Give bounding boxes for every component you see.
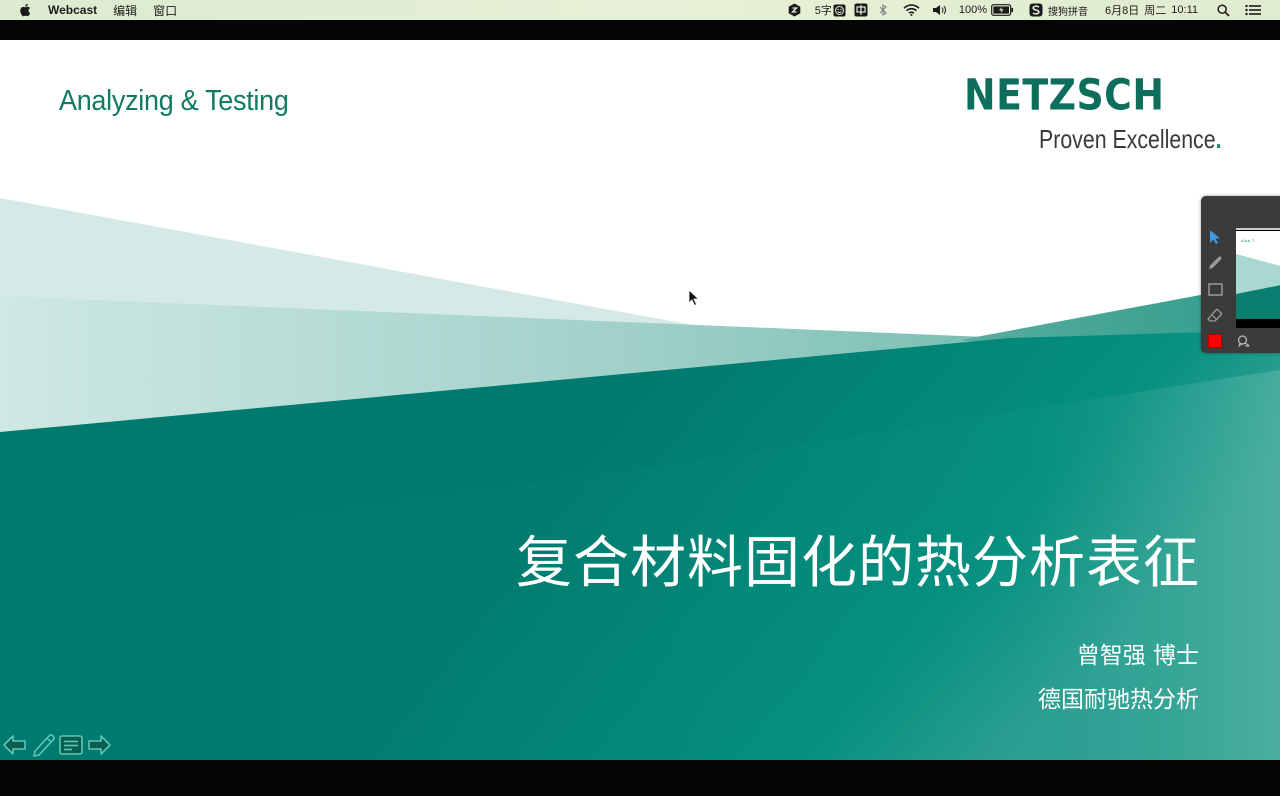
- slide-author: 曾智强 博士: [1076, 643, 1199, 669]
- app-menu-webcast[interactable]: Webcast: [48, 3, 97, 17]
- chinese-input-icon[interactable]: [854, 0, 868, 20]
- slide-title: 复合材料固化的热分析表征: [516, 531, 1200, 596]
- logo-slogan: Proven Excellence.: [1039, 124, 1222, 155]
- slide-menu-button[interactable]: [58, 732, 84, 758]
- notification-center-icon[interactable]: [1245, 0, 1261, 20]
- pen-button[interactable]: [30, 732, 56, 758]
- window-frame-bottom: [0, 760, 1280, 796]
- color-picker[interactable]: [1204, 328, 1226, 354]
- apple-icon[interactable]: [18, 3, 32, 17]
- wifi-icon[interactable]: [903, 0, 921, 20]
- slideshow-nav: [2, 732, 112, 758]
- rectangle-icon: [1207, 282, 1223, 296]
- menu-window[interactable]: 窗口: [153, 2, 177, 19]
- mouse-cursor-icon: [688, 289, 700, 307]
- input-method-name[interactable]: 搜狗拼音: [1048, 3, 1088, 18]
- eraser-tool[interactable]: [1204, 302, 1226, 328]
- pen-icon: [33, 734, 55, 757]
- svg-text:A.ly.zi. T: A.ly.zi. T: [1241, 239, 1255, 243]
- pencil-icon: [1209, 256, 1222, 269]
- date[interactable]: 6月8日: [1105, 2, 1139, 18]
- chat-button[interactable]: [1235, 332, 1253, 350]
- pen-tool[interactable]: [1204, 250, 1226, 276]
- presentation-slide[interactable]: Analyzing & Testing NETZSCH Proven Excel…: [0, 40, 1280, 760]
- logo-brand: NETZSCH: [964, 69, 1165, 120]
- current-color-swatch: [1208, 334, 1222, 348]
- slide-thumbnail-preview[interactable]: A.ly.zi. T: [1236, 228, 1280, 328]
- arrow-left-icon: [3, 735, 26, 755]
- emoji-icon[interactable]: [833, 0, 847, 20]
- battery-icon[interactable]: [990, 0, 1014, 20]
- slide-tagline: Analyzing & Testing: [59, 85, 289, 117]
- word-count: 5字: [814, 5, 832, 17]
- eraser-icon: [1207, 308, 1223, 322]
- clock[interactable]: 10:11: [1171, 4, 1198, 16]
- menu-bar: Webcast 编辑 窗口 5字 100% 搜狗拼音 6月8日 周二 10:11: [0, 0, 1280, 20]
- chat-bubbles-icon: [1237, 334, 1250, 347]
- menu-edit[interactable]: 编辑: [113, 2, 137, 19]
- previous-slide-button[interactable]: [2, 732, 28, 758]
- logo-slogan-dot: .: [1215, 124, 1222, 154]
- volume-icon[interactable]: [931, 0, 949, 20]
- spotlight-search-icon[interactable]: [1216, 0, 1230, 20]
- pointer-icon: [1210, 230, 1220, 244]
- rectangle-tool[interactable]: [1204, 276, 1226, 302]
- slide-organization: 德国耐驰热分析: [1038, 687, 1199, 713]
- arrow-right-icon: [88, 735, 111, 755]
- menu-icon: [59, 735, 83, 755]
- weekday[interactable]: 周二: [1144, 2, 1166, 18]
- sogou-icon[interactable]: [1028, 0, 1044, 20]
- pointer-tool[interactable]: [1204, 224, 1226, 250]
- netzsch-logo: NETZSCH Proven Excellence.: [964, 69, 1222, 154]
- battery-percent: 100%: [958, 4, 988, 16]
- app-status-icon[interactable]: [787, 0, 803, 20]
- logo-slogan-text: Proven Excellence: [1039, 124, 1216, 154]
- next-slide-button[interactable]: [86, 732, 112, 758]
- annotation-toolbar: A.ly.zi. T: [1201, 196, 1280, 353]
- window-frame-top: [0, 20, 1280, 40]
- bluetooth-icon[interactable]: [877, 0, 889, 20]
- annotation-tools: [1204, 224, 1226, 354]
